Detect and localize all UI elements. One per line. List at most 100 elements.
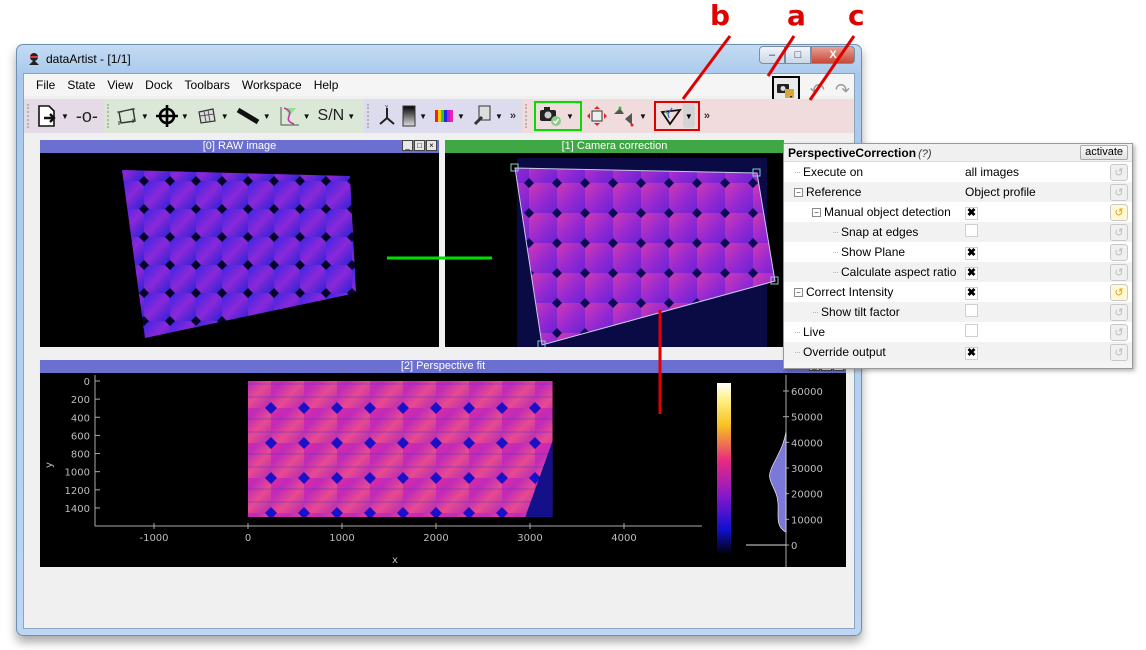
- panel-minimize-button[interactable]: _: [402, 140, 413, 151]
- panel-header[interactable]: [1] Camera correction: [445, 140, 784, 153]
- chevron-down-icon[interactable]: ▼: [141, 112, 149, 121]
- camera-correction-button[interactable]: ▼: [534, 101, 582, 131]
- menu-state[interactable]: State: [61, 78, 101, 92]
- parameter-row: ··· Show tilt factor ↺: [784, 302, 1132, 322]
- maximize-button[interactable]: □: [785, 46, 811, 64]
- chevron-down-icon[interactable]: ▼: [181, 112, 189, 121]
- reset-button[interactable]: ↺: [1110, 243, 1128, 261]
- panel-title: [1] Camera correction: [561, 140, 668, 152]
- parameter-checkbox[interactable]: [965, 304, 978, 317]
- parameter-checkbox[interactable]: ✖: [965, 246, 978, 260]
- close-button[interactable]: X: [811, 46, 855, 64]
- parameter-checkbox[interactable]: ✖: [965, 286, 978, 300]
- export-icon: [38, 105, 56, 127]
- reset-button[interactable]: ↺: [1110, 163, 1128, 181]
- menu-dock[interactable]: Dock: [139, 78, 178, 92]
- reset-button[interactable]: ↺: [1110, 323, 1128, 341]
- help-link[interactable]: (?): [918, 148, 931, 160]
- chevron-down-icon[interactable]: ▼: [566, 112, 574, 121]
- reset-button[interactable]: ↺: [1110, 223, 1128, 241]
- menu-file[interactable]: File: [30, 78, 61, 92]
- menu-workspace[interactable]: Workspace: [236, 78, 308, 92]
- parameter-checkbox[interactable]: ✖: [965, 346, 978, 360]
- chevron-down-icon[interactable]: ▼: [61, 112, 69, 121]
- tree-branch-icon: ···: [832, 227, 839, 237]
- signal-noise-button[interactable]: S/N ▼: [318, 108, 359, 124]
- parameter-value[interactable]: Object profile: [965, 185, 1036, 199]
- colorbar[interactable]: [717, 383, 731, 555]
- plot-selection-button[interactable]: ▼: [278, 105, 314, 127]
- parameter-checkbox[interactable]: [965, 324, 978, 337]
- parameter-tree: ··· Execute on all images ↺ − Reference Object…: [784, 162, 1132, 362]
- chevron-down-icon[interactable]: ▼: [263, 112, 271, 121]
- reset-button[interactable]: ↺: [1110, 183, 1128, 201]
- display-panel-raw: [0] RAW image _ □ ×: [40, 140, 439, 347]
- parameter-checkbox[interactable]: [965, 224, 978, 237]
- histogram-curve: [769, 431, 787, 533]
- reset-button[interactable]: ↺: [1110, 283, 1128, 301]
- perspective-draw-button[interactable]: ▼: [116, 106, 152, 126]
- panel-header[interactable]: [2] Perspective fit _□×: [40, 360, 846, 373]
- reset-button[interactable]: ↺: [1110, 203, 1128, 221]
- y-tick-label: 800: [71, 450, 90, 461]
- parameter-row: ··· Calculate aspect ratio ✖ ↺: [784, 262, 1132, 282]
- parameter-label: Show Plane: [841, 245, 906, 259]
- menu-toolbars[interactable]: Toolbars: [179, 78, 236, 92]
- link-button[interactable]: ▼: [472, 105, 506, 127]
- chevron-down-icon[interactable]: ▼: [682, 104, 695, 128]
- reset-button[interactable]: ↺: [1110, 343, 1128, 361]
- chevron-down-icon[interactable]: ▼: [303, 112, 311, 121]
- move-image-button[interactable]: [586, 105, 608, 127]
- chevron-down-icon[interactable]: ▼: [347, 112, 355, 121]
- connector-icon[interactable]: -o-: [76, 107, 98, 125]
- chevron-down-icon[interactable]: ▼: [221, 112, 229, 121]
- collapse-icon[interactable]: −: [812, 207, 821, 217]
- parameter-value[interactable]: all images: [965, 165, 1019, 179]
- colorbar-tick-label: 60000: [791, 387, 823, 398]
- export-button[interactable]: ▼: [36, 104, 72, 128]
- panel-maximize-button[interactable]: □: [414, 140, 425, 151]
- parameter-checkbox[interactable]: ✖: [965, 206, 978, 220]
- chevron-down-icon[interactable]: ▼: [457, 112, 465, 121]
- chevron-down-icon[interactable]: ▼: [639, 112, 647, 121]
- colormap-button[interactable]: ▼: [434, 108, 468, 124]
- menu-help[interactable]: Help: [308, 78, 345, 92]
- activate-button[interactable]: activate: [1080, 145, 1128, 160]
- crosshair-icon: [155, 105, 178, 127]
- raw-image-view[interactable]: [40, 153, 439, 347]
- workspace-area: [0] RAW image _ □ × [1] Camera correctio…: [24, 136, 854, 628]
- ruler-button[interactable]: ▼: [236, 106, 274, 126]
- toolbar-overflow-button[interactable]: »: [510, 110, 516, 122]
- panel-close-button[interactable]: ×: [426, 140, 437, 151]
- tree-branch-icon: ···: [812, 307, 819, 317]
- perspective-correction-button[interactable]: ▼: [653, 101, 700, 131]
- parameter-label-group: − Correct Intensity: [794, 285, 893, 299]
- y-tick-label: 200: [71, 395, 90, 406]
- chevron-down-icon[interactable]: ▼: [419, 112, 427, 121]
- perspective-triangle-button[interactable]: ▼: [612, 105, 650, 127]
- histogram: 60000 50000 40000 30000 20000 10000 0: [746, 375, 823, 567]
- reset-button[interactable]: ↺: [1110, 263, 1128, 281]
- grid-select-button[interactable]: ▼: [196, 106, 232, 126]
- toolbar-group-tools: ▼ ▼ ▼ ▼ ▼ S/N ▼: [103, 99, 365, 133]
- parameter-value: ✖: [965, 265, 978, 280]
- toolbar-overflow-button[interactable]: »: [704, 110, 710, 122]
- x-tick-label: 0: [245, 533, 251, 544]
- minimize-button[interactable]: –: [759, 46, 785, 64]
- grayscale-button[interactable]: ▼: [402, 105, 430, 127]
- crosshair-button[interactable]: ▼: [155, 105, 192, 127]
- link-icon: [473, 105, 491, 126]
- perspective-fit-view[interactable]: -1000 0 1000 2000 3000 4000 0 200 400 600 800 1000 1…: [40, 373, 846, 567]
- y-tick-label: 1000: [65, 468, 90, 479]
- panel-header[interactable]: [0] RAW image _ □ ×: [40, 140, 439, 153]
- parameter-checkbox[interactable]: ✖: [965, 266, 978, 280]
- menu-view[interactable]: View: [101, 78, 139, 92]
- axes-button[interactable]: Y: [376, 105, 398, 127]
- parameter-value: ✖: [965, 345, 978, 360]
- y-tick-label: 0: [84, 377, 90, 388]
- collapse-icon[interactable]: −: [794, 187, 803, 197]
- camera-correction-view[interactable]: [445, 153, 784, 347]
- collapse-icon[interactable]: −: [794, 287, 803, 297]
- reset-button[interactable]: ↺: [1110, 303, 1128, 321]
- chevron-down-icon[interactable]: ▼: [495, 112, 503, 121]
